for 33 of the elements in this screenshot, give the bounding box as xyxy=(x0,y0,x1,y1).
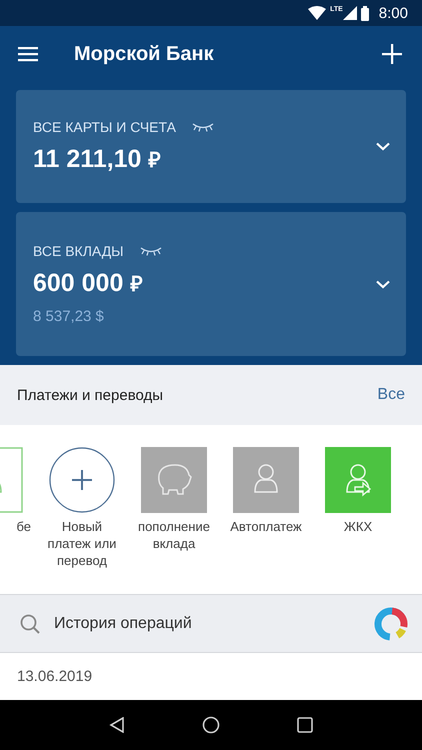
home-icon[interactable] xyxy=(202,716,220,734)
payment-label[interactable]: Новый платеж или перевод xyxy=(41,518,123,569)
balance-amount: 11 211,10 ₽ xyxy=(33,145,162,174)
payment-label[interactable]: бе xyxy=(16,518,31,535)
battery-icon xyxy=(360,6,369,20)
donut-chart-icon[interactable] xyxy=(374,606,408,640)
menu-icon[interactable] xyxy=(18,46,38,62)
app-title: Морской Банк xyxy=(74,42,215,66)
back-icon[interactable] xyxy=(108,717,125,733)
wifi-icon xyxy=(308,6,326,20)
signal-icon xyxy=(342,6,357,20)
account-label: ВСЕ ВКЛАДЫ xyxy=(33,243,124,259)
secondary-amount: 8 537,23 $ xyxy=(33,308,105,325)
clock-time: 8:00 xyxy=(378,4,408,22)
placeholder-text: История операций xyxy=(54,614,193,632)
closed-eye-icon[interactable] xyxy=(140,246,162,256)
add-circle-icon[interactable] xyxy=(49,447,115,513)
payment-label[interactable]: пополнение вклада xyxy=(133,518,215,552)
chevron-down-icon[interactable] xyxy=(376,142,390,151)
account-card[interactable]: ВСЕ ВКЛАДЫ 600 000 ₽ 8 537,23 $ xyxy=(16,212,406,356)
recents-icon[interactable] xyxy=(297,717,314,733)
date-header: 13.06.2019 xyxy=(17,668,92,685)
payment-label[interactable]: Автоплатеж xyxy=(230,518,302,535)
payment-label[interactable]: ЖКХ xyxy=(344,518,372,535)
chevron-down-icon[interactable] xyxy=(376,280,390,288)
balance-amount: 600 000 ₽ xyxy=(33,269,144,298)
closed-eye-icon[interactable] xyxy=(192,122,214,132)
add-icon[interactable] xyxy=(382,44,402,64)
search-icon xyxy=(20,614,40,634)
all-link[interactable]: Все xyxy=(377,386,405,404)
account-label: ВСЕ КАРТЫ И СЧЕТА xyxy=(33,119,176,135)
account-card[interactable]: ВСЕ КАРТЫ И СЧЕТА 11 211,10 ₽ xyxy=(16,90,406,203)
section-title: Платежи и переводы xyxy=(17,386,164,404)
